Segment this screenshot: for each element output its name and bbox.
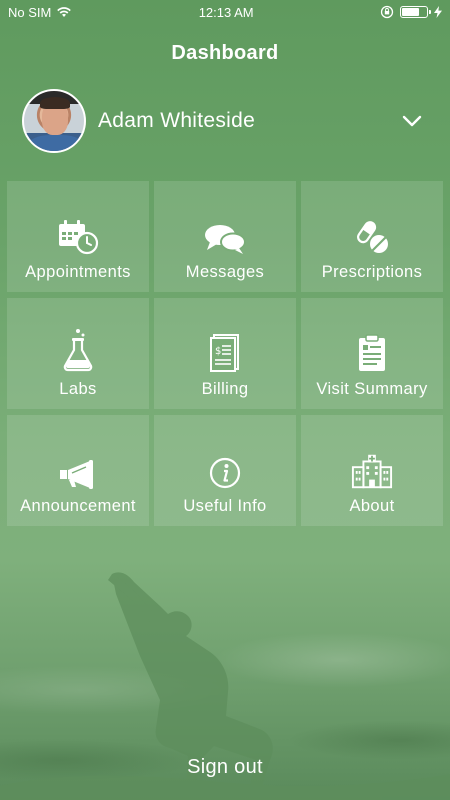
tile-label: Announcement [20, 497, 136, 515]
status-left: No SIM [8, 5, 72, 20]
flask-icon [57, 329, 99, 372]
tile-visit-summary[interactable]: Visit Summary [301, 298, 443, 409]
dashboard-grid: Appointments Messages Prescriptions Labs… [7, 181, 444, 526]
tile-announcement[interactable]: Announcement [7, 415, 149, 526]
tile-messages[interactable]: Messages [154, 181, 296, 292]
sign-out-button[interactable]: Sign out [0, 756, 450, 779]
status-time: 12:13 AM [198, 4, 254, 20]
wifi-icon [57, 7, 72, 17]
tile-appointments[interactable]: Appointments [7, 181, 149, 292]
tile-prescriptions[interactable]: Prescriptions [301, 181, 443, 292]
tile-labs[interactable]: Labs [7, 298, 149, 409]
orientation-lock-icon [380, 5, 394, 19]
tile-label: Visit Summary [316, 380, 428, 398]
avatar[interactable] [22, 89, 86, 153]
battery-icon [400, 6, 431, 18]
battery-fill [402, 8, 419, 16]
status-right [380, 5, 442, 19]
tile-label: Useful Info [183, 497, 267, 515]
tile-useful-info[interactable]: Useful Info [154, 415, 296, 526]
tile-billing[interactable]: $ Billing [154, 298, 296, 409]
pills-icon [351, 215, 393, 255]
info-icon [204, 449, 246, 489]
tile-label: Billing [201, 380, 249, 398]
tile-about[interactable]: About [301, 415, 443, 526]
chat-bubbles-icon [204, 215, 246, 255]
tile-label: Appointments [25, 263, 131, 281]
clipboard-icon [351, 332, 393, 372]
status-bar: No SIM 12:13 AM [0, 0, 450, 24]
tile-label: Messages [185, 263, 265, 281]
chevron-down-icon[interactable] [400, 109, 424, 133]
profile-switcher[interactable]: Adam Whiteside [22, 88, 430, 154]
megaphone-icon [57, 449, 99, 489]
profile-name: Adam Whiteside [98, 109, 256, 132]
charging-icon [434, 6, 442, 18]
tile-label: Prescriptions [321, 263, 423, 281]
avatar-hair [40, 97, 70, 109]
bill-icon: $ [204, 332, 246, 372]
svg-text:$: $ [215, 346, 221, 357]
calendar-clock-icon [57, 215, 99, 255]
carrier-text: No SIM [8, 4, 52, 20]
tile-label: Labs [59, 380, 97, 398]
tile-label: About [349, 497, 395, 515]
avatar-shirt [28, 135, 84, 151]
hospital-icon [351, 449, 393, 489]
page-title: Dashboard [171, 42, 279, 64]
